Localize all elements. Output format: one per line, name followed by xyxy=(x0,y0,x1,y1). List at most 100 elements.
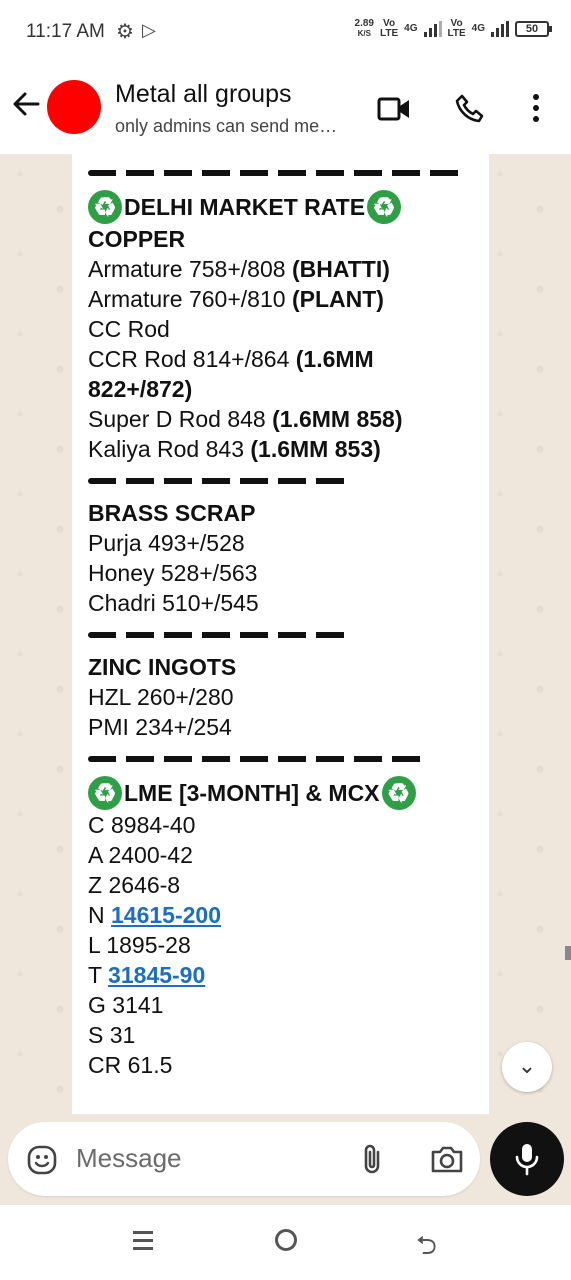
nav-back-icon[interactable]: ⮌ xyxy=(416,1227,437,1271)
status-indicators: 2.89 K/S Vo LTE 4G Vo LTE 4G 50 xyxy=(355,19,552,39)
brass-heading: BRASS SCRAP xyxy=(88,500,256,526)
status-time: 11:17 AM xyxy=(26,21,105,42)
group-title[interactable]: Metal all groups xyxy=(115,80,291,109)
zinc-lines: HZL 260+/280 PMI 234+/254 xyxy=(88,682,473,742)
lme-line-prefix: CR 61.5 xyxy=(88,1052,173,1078)
recycle-icon: ♻ xyxy=(88,190,122,224)
emoji-icon[interactable] xyxy=(26,1144,58,1181)
net-speed-value: 2.89 xyxy=(354,18,374,29)
sim1-type-label: 4G xyxy=(404,23,418,34)
recycle-icon: ♻ xyxy=(381,776,416,810)
home-icon[interactable] xyxy=(275,1229,297,1251)
sim1-type: 4G xyxy=(404,24,417,34)
gear-icon: ⚙ xyxy=(116,21,134,43)
brass-lines: Purja 493+/528 Honey 528+/563 Chadri 510+/… xyxy=(88,528,473,618)
brass-line: Chadri 510+/545 xyxy=(88,590,259,616)
lme-line: A 2400-42 xyxy=(88,840,473,870)
net-speed: 2.89 K/S xyxy=(355,19,374,39)
lme-line-prefix: G 3141 xyxy=(88,992,164,1018)
lme-line-prefix: S 31 xyxy=(88,1022,136,1048)
zinc-line: PMI 234+/254 xyxy=(88,714,232,740)
sim2-volte: Vo LTE xyxy=(448,19,466,39)
lme-line-prefix: N xyxy=(88,902,111,928)
copper-line-bold: 822+/872) xyxy=(88,376,193,402)
play-icon: ▷ xyxy=(142,20,156,40)
back-arrow-icon[interactable] xyxy=(10,88,44,122)
message-composer xyxy=(8,1122,480,1196)
divider xyxy=(88,756,426,762)
recents-icon[interactable] xyxy=(133,1231,153,1251)
signal-icon xyxy=(491,21,509,37)
lme-line-link[interactable]: 31845-90 xyxy=(108,962,205,988)
divider xyxy=(88,478,350,484)
copper-line-text: CCR Rod 814+/864 xyxy=(88,346,296,372)
copper-line: Armature 760+/810 (PLANT) xyxy=(88,284,473,314)
recycle-icon: ♻ xyxy=(88,776,122,810)
sim2-type: 4G xyxy=(472,24,485,34)
chat-area[interactable]: ♻ DELHI MARKET RATE ♻ COPPER Armature 75… xyxy=(0,154,571,1129)
copper-line-text: Armature 760+/810 xyxy=(88,286,292,312)
copper-line: 822+/872) xyxy=(88,374,473,404)
system-nav-bar: ⮌ xyxy=(0,1205,571,1280)
signal-icon xyxy=(423,21,442,37)
lme-line: G 3141 xyxy=(88,990,473,1020)
copper-line: Kaliya Rod 843 (1.6MM 853) xyxy=(88,434,473,464)
zinc-line: HZL 260+/280 xyxy=(88,684,234,710)
lme-line-prefix: T xyxy=(88,962,109,988)
lme-line: Z 2646-8 xyxy=(88,870,473,900)
copper-line: Armature 758+/808 (BHATTI) xyxy=(88,254,473,284)
group-avatar[interactable] xyxy=(47,80,101,134)
phone-call-icon[interactable] xyxy=(454,93,486,130)
video-call-icon[interactable] xyxy=(377,96,411,127)
message-input[interactable] xyxy=(76,1140,346,1176)
divider xyxy=(88,632,350,638)
sim1-lte: LTE xyxy=(380,28,399,39)
lme-line: S 31 xyxy=(88,1020,473,1050)
mic-icon[interactable] xyxy=(490,1122,564,1196)
chat-header: Metal all groups only admins can send me… xyxy=(0,60,571,154)
lme-lines: C 8984-40 A 2400-42 Z 2646-8 N 14615-200 L 1… xyxy=(88,810,473,1080)
lme-line: T 31845-90 xyxy=(88,960,473,990)
sim2-lte: LTE xyxy=(447,28,466,39)
more-vert-icon[interactable] xyxy=(528,94,544,122)
delhi-title-text: DELHI MARKET RATE xyxy=(124,194,366,220)
copper-line-text: CC Rod xyxy=(88,316,170,342)
status-bar: 11:17 AM ⚙ ▷ 2.89 K/S Vo LTE 4G Vo LTE 4… xyxy=(0,0,571,60)
copper-line-bold: (1.6MM xyxy=(295,346,374,372)
camera-icon[interactable] xyxy=(430,1144,464,1179)
attach-icon[interactable] xyxy=(358,1142,388,1181)
sim2-type-label: 4G xyxy=(471,23,485,34)
copper-lines: Armature 758+/808 (BHATTI) Armature 760+/… xyxy=(88,254,473,464)
zinc-heading: ZINC INGOTS xyxy=(88,654,237,680)
copper-line-text: Armature 758+/808 xyxy=(88,256,292,282)
sim1-volte: Vo LTE xyxy=(380,19,398,39)
message-bubble[interactable]: ♻ DELHI MARKET RATE ♻ COPPER Armature 75… xyxy=(72,154,489,1114)
scroll-down-icon[interactable]: ⌄ xyxy=(502,1042,552,1092)
copper-line: Super D Rod 848 (1.6MM 858) xyxy=(88,404,473,434)
brass-line: Purja 493+/528 xyxy=(88,530,245,556)
lme-line-prefix: C 8984-40 xyxy=(88,812,196,838)
copper-line-text: Super D Rod 848 xyxy=(88,406,273,432)
net-speed-unit: K/S xyxy=(357,29,371,38)
group-subtitle[interactable]: only admins can send me… xyxy=(115,116,337,137)
copper-line-bold: (1.6MM 858) xyxy=(272,406,403,432)
lme-title-text: LME [3-MONTH] & MCX xyxy=(124,780,380,806)
delhi-title: ♻ DELHI MARKET RATE ♻ xyxy=(88,190,473,224)
copper-line-bold: (BHATTI) xyxy=(291,256,390,282)
lme-line-link[interactable]: 14615-200 xyxy=(111,902,221,928)
lme-line: CR 61.5 xyxy=(88,1050,473,1080)
lme-line: L 1895-28 xyxy=(88,930,473,960)
scrollbar-thumb[interactable] xyxy=(565,946,571,960)
divider xyxy=(88,170,463,176)
lme-line: C 8984-40 xyxy=(88,810,473,840)
copper-heading: COPPER xyxy=(88,226,186,252)
lme-line-prefix: Z 2646-8 xyxy=(88,872,181,898)
copper-line-text: Kaliya Rod 843 xyxy=(88,436,251,462)
battery-icon: 50 xyxy=(515,21,552,37)
recycle-icon: ♻ xyxy=(367,190,402,224)
copper-line: CC Rod xyxy=(88,314,473,344)
copper-line-bold: (PLANT) xyxy=(291,286,384,312)
brass-line: Honey 528+/563 xyxy=(88,560,258,586)
copper-line: CCR Rod 814+/864 (1.6MM xyxy=(88,344,473,374)
lme-line-prefix: A 2400-42 xyxy=(88,842,193,868)
